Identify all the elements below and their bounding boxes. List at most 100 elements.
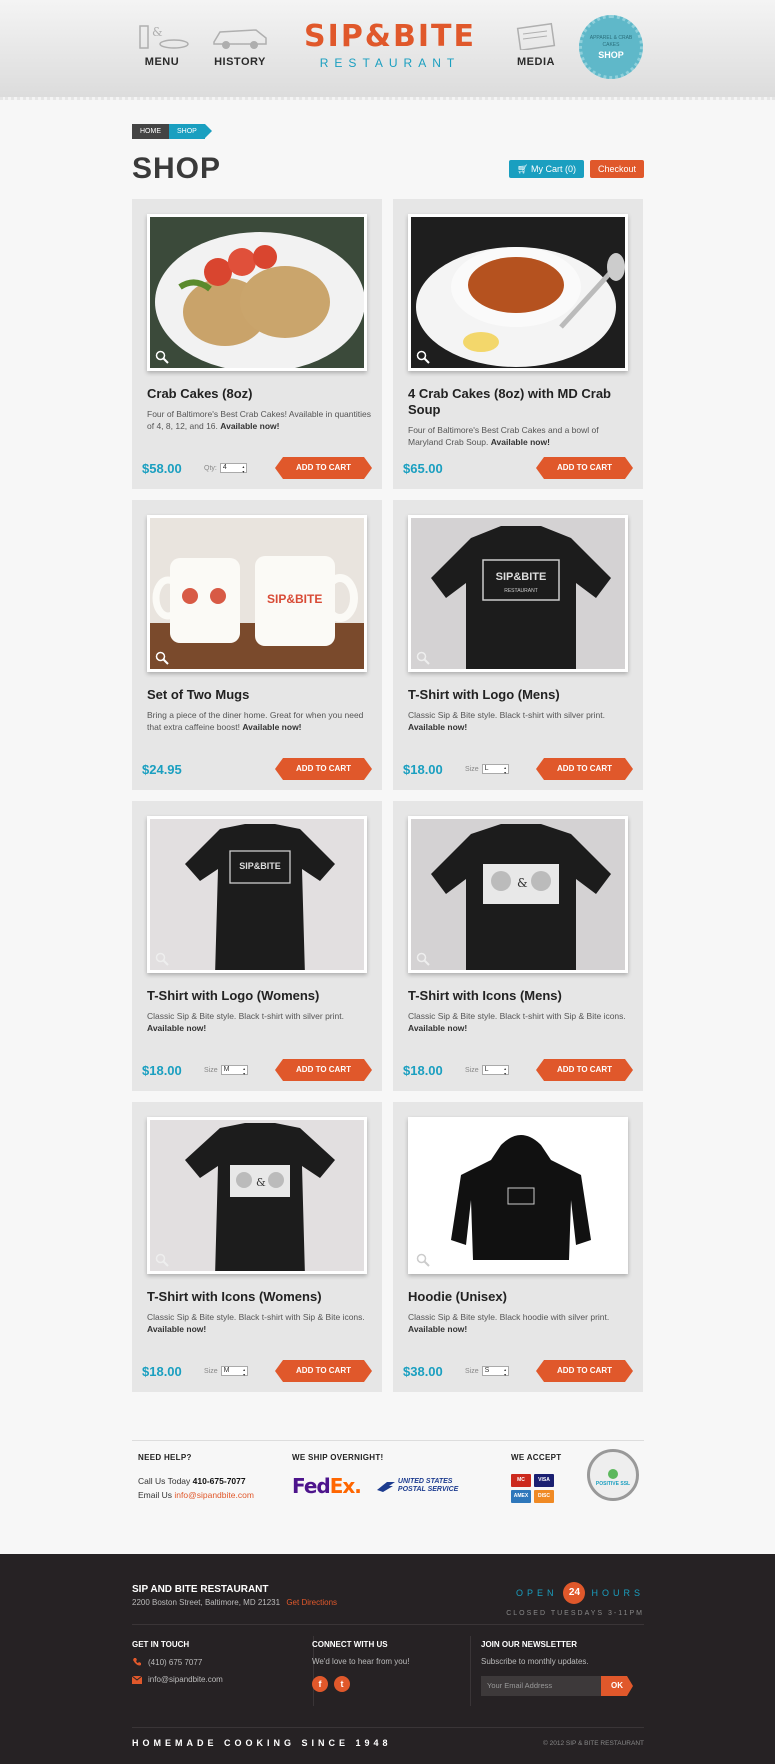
my-cart-button[interactable]: 🛒︎ My Cart (0) — [509, 160, 584, 178]
footer-address: 2200 Boston Street, Baltimore, MD 21231 … — [132, 1598, 337, 1607]
product-purchase-row: $18.00 Size L ADD TO CART — [403, 1059, 633, 1081]
zoom-icon[interactable] — [155, 651, 169, 665]
logo-sub-text: RESTAURANT — [319, 56, 461, 70]
product-description: Classic Sip & Bite style. Black hoodie w… — [408, 1311, 633, 1335]
breadcrumb-home[interactable]: HOME — [132, 124, 169, 139]
breadcrumb: HOME SHOP — [132, 124, 644, 139]
footer-divider — [132, 1624, 644, 1625]
product-description: Bring a piece of the diner home. Great f… — [147, 709, 372, 733]
product-image[interactable]: SIP&BITE — [147, 816, 367, 973]
nav-history-label: HISTORY — [214, 56, 266, 68]
need-help-section: NEED HELP? Call Us Today 410-675-7077 Em… — [138, 1453, 254, 1500]
ssl-seal: POSITIVE SSL — [587, 1449, 639, 1501]
add-to-cart-button[interactable]: ADD TO CART — [275, 758, 372, 780]
product-purchase-row: $18.00 Size M ADD TO CART — [142, 1360, 372, 1382]
product-title: Hoodie (Unisex) — [408, 1289, 507, 1304]
twitter-icon[interactable]: t — [334, 1676, 350, 1692]
product-purchase-row: $24.95 ADD TO CART — [142, 758, 372, 780]
product-purchase-row: $18.00 Size M ADD TO CART — [142, 1059, 372, 1081]
page-title: SHOP — [132, 152, 222, 185]
email-prefix: Email Us — [138, 1490, 173, 1500]
product-purchase-row: $38.00 Size S ADD TO CART — [403, 1360, 633, 1382]
connect-heading: CONNECT WITH US — [312, 1640, 388, 1649]
add-to-cart-button[interactable]: ADD TO CART — [275, 457, 372, 479]
add-to-cart-button[interactable]: ADD TO CART — [275, 1059, 372, 1081]
phone-icon — [133, 1658, 141, 1666]
get-directions-link[interactable]: Get Directions — [286, 1598, 337, 1607]
svg-text:&: & — [517, 876, 528, 890]
product-title: T-Shirt with Logo (Womens) — [147, 988, 320, 1003]
shop-badge[interactable]: APPAREL & CRAB CAKES SHOP — [579, 15, 643, 79]
zoom-icon[interactable] — [155, 350, 169, 364]
size-select[interactable]: L — [481, 1065, 509, 1076]
product-availability: Available now! — [490, 437, 550, 447]
open-hours: OPEN 24 HOURS — [516, 1582, 644, 1604]
social-links: f t — [312, 1676, 409, 1692]
nav-menu[interactable]: & MENU — [127, 20, 197, 68]
size-label: Size — [465, 1367, 479, 1375]
footer-email[interactable]: info@sipandbite.com — [148, 1675, 223, 1684]
connect-text: We'd love to hear from you! — [312, 1657, 410, 1666]
svg-text:&: & — [152, 25, 163, 39]
quantity-select[interactable]: 4 — [219, 463, 247, 474]
title-row: SHOP 🛒︎ My Cart (0) Checkout — [132, 151, 644, 187]
product-card: SIP&BITE RESTAURANT T-Shirt with Logo (M… — [393, 500, 643, 790]
footer-phone[interactable]: (410) 675 7077 — [148, 1658, 202, 1667]
product-image[interactable] — [408, 1117, 628, 1274]
product-price: $18.00 — [403, 761, 443, 777]
product-price: $65.00 — [403, 460, 443, 476]
size-select[interactable]: L — [481, 764, 509, 775]
newsletter-ok-button[interactable]: OK — [601, 1676, 633, 1696]
product-availability: Available now! — [408, 1023, 468, 1033]
zoom-icon[interactable] — [416, 651, 430, 665]
add-to-cart-button[interactable]: ADD TO CART — [536, 1059, 633, 1081]
newsletter-email-input[interactable]: Your Email Address — [481, 1676, 601, 1696]
product-availability: Available now! — [147, 1324, 207, 1334]
product-image[interactable]: SIP&BITE RESTAURANT — [408, 515, 628, 672]
zoom-icon[interactable] — [155, 1253, 169, 1267]
product-image[interactable]: SIP&BITE — [147, 515, 367, 672]
usps-logo: UNITED STATES POSTAL SERVICE — [376, 1478, 458, 1494]
breadcrumb-current: SHOP — [169, 124, 212, 139]
nav-history[interactable]: HISTORY — [205, 20, 275, 68]
my-cart-label: My Cart (0) — [530, 164, 576, 174]
footer-restaurant-name: SIP AND BITE RESTAURANT — [132, 1584, 269, 1595]
svg-text:SIP&BITE: SIP&BITE — [496, 571, 547, 583]
zoom-icon[interactable] — [416, 1253, 430, 1267]
product-image[interactable] — [147, 214, 367, 371]
checkout-button[interactable]: Checkout — [589, 160, 644, 178]
get-in-touch-section: GET IN TOUCH (410) 675 7077 info@sipandb… — [132, 1640, 223, 1684]
product-title: Crab Cakes (8oz) — [147, 386, 253, 401]
product-grid: Crab Cakes (8oz) Four of Baltimore's Bes… — [132, 199, 644, 1392]
product-image[interactable]: & — [147, 1117, 367, 1274]
car-icon — [205, 20, 275, 50]
help-email-link[interactable]: info@sipandbite.com — [174, 1490, 254, 1500]
zoom-icon[interactable] — [416, 952, 430, 966]
size-label: Size — [204, 1367, 218, 1375]
help-phone[interactable]: 410-675-7077 — [193, 1476, 246, 1486]
product-price: $18.00 — [403, 1062, 443, 1078]
product-card: Crab Cakes (8oz) Four of Baltimore's Bes… — [132, 199, 382, 489]
zoom-icon[interactable] — [416, 350, 430, 364]
product-image[interactable] — [408, 214, 628, 371]
card-logos: MC VISA AMEX DISC — [511, 1474, 561, 1503]
product-description: Classic Sip & Bite style. Black t-shirt … — [408, 1010, 633, 1034]
zoom-icon[interactable] — [155, 952, 169, 966]
size-select[interactable]: S — [481, 1366, 509, 1377]
product-image[interactable]: & — [408, 816, 628, 973]
size-select[interactable]: M — [220, 1366, 248, 1377]
size-select[interactable]: M — [220, 1065, 248, 1076]
site-logo[interactable]: SIP&BITE RESTAURANT — [290, 22, 490, 71]
product-price: $58.00 — [142, 460, 182, 476]
add-to-cart-button[interactable]: ADD TO CART — [536, 1360, 633, 1382]
payment-heading: WE ACCEPT — [511, 1453, 562, 1462]
product-card: SIP&BITE T-Shirt with Logo (Womens) Clas… — [132, 801, 382, 1091]
product-card: & T-Shirt with Icons (Mens) Classic Sip … — [393, 801, 643, 1091]
nav-media[interactable]: MEDIA — [501, 20, 571, 68]
add-to-cart-button[interactable]: ADD TO CART — [536, 457, 633, 479]
facebook-icon[interactable]: f — [312, 1676, 328, 1692]
add-to-cart-button[interactable]: ADD TO CART — [536, 758, 633, 780]
add-to-cart-button[interactable]: ADD TO CART — [275, 1360, 372, 1382]
footer-column-divider — [470, 1636, 471, 1706]
usps-line1: UNITED STATES — [397, 1478, 453, 1485]
